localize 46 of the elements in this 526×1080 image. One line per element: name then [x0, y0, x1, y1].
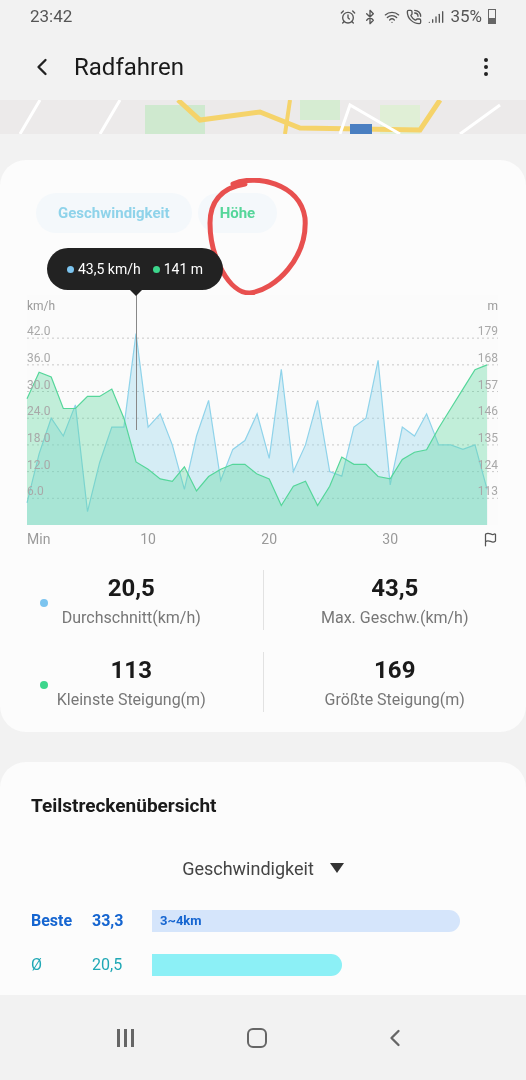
chart-toggle-tab[interactable]: Höhe	[197, 193, 278, 233]
axis-unit: km/h	[27, 299, 56, 313]
split-label: Ø	[31, 953, 43, 976]
axis-unit: m	[487, 299, 498, 313]
call-icon	[406, 8, 423, 25]
metric-dropdown[interactable]: Geschwindigkeit	[182, 854, 344, 882]
axis-tick-label: 30	[382, 531, 399, 547]
alarm-icon	[340, 8, 357, 25]
y2-axis-tick-label: 135	[477, 430, 498, 445]
stat-label: Kleinste Steigung(m)	[56, 689, 206, 711]
axis-label: Min	[27, 531, 51, 547]
battery-percent: 35%	[450, 4, 482, 28]
y2-axis-tick-label: 146	[477, 404, 498, 419]
split-label: Beste	[31, 909, 74, 932]
y-axis-tick-label: 12.0	[27, 457, 51, 472]
split-value: 33,3	[92, 909, 125, 932]
page-title: Radfahren	[74, 51, 184, 83]
bar-label: 3~4km	[160, 911, 202, 930]
stat-value: 43,5	[371, 573, 419, 604]
y-axis-tick-label: 18.0	[27, 430, 51, 445]
finish-flag-icon	[483, 532, 498, 547]
battery-icon	[488, 9, 496, 24]
axis-tick-label: 10	[140, 531, 156, 547]
chart-toggle-tab[interactable]: Geschwindigkeit	[36, 193, 192, 233]
y2-axis-tick-label: 168	[477, 350, 498, 365]
split-value: 20,5	[92, 953, 124, 976]
y-axis-tick-label: 24.0	[27, 404, 51, 419]
y-axis-tick-label: 42.0	[27, 324, 51, 339]
stat-label: Durchschnitt(km/h)	[61, 607, 201, 629]
tooltip-value: 141 m	[163, 259, 204, 279]
signal-icon	[428, 8, 445, 25]
y2-axis-tick-label: 157	[477, 377, 498, 392]
y-axis-tick-label: 6.0	[27, 484, 44, 499]
y2-axis-tick-label: 179	[477, 324, 498, 339]
stat-label: Größte Steigung(m)	[324, 689, 465, 711]
axis-tick-label: 20	[261, 531, 278, 547]
y-axis-tick-label: 36.0	[27, 350, 51, 365]
status-time: 23:42	[30, 4, 73, 28]
home-icon[interactable]	[247, 1027, 268, 1048]
tooltip-value: 43,5 km/h	[78, 259, 141, 279]
stat-value: 20,5	[107, 573, 155, 604]
stat-label: Max. Geschw.(km/h)	[321, 607, 469, 629]
stat-value: 113	[110, 655, 152, 686]
stat-value: 169	[374, 655, 416, 686]
recent-apps-icon[interactable]	[116, 1028, 134, 1047]
section-title: Teilstreckenübersicht	[31, 793, 218, 819]
